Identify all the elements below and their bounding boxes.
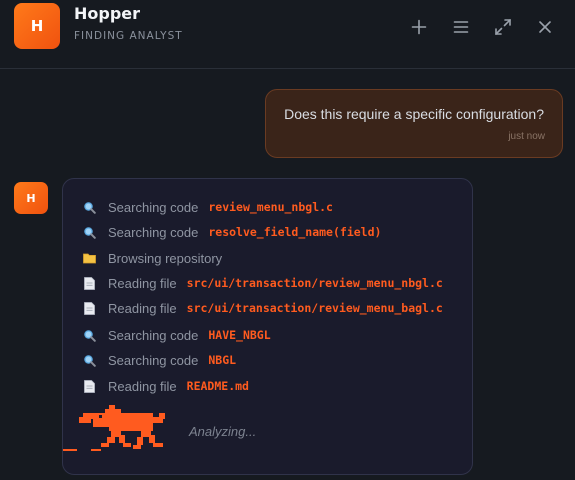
step-argument: README.md <box>186 379 249 393</box>
app-title: Hopper <box>74 4 141 23</box>
step-label: Browsing repository <box>108 250 223 266</box>
plus-icon <box>411 19 427 35</box>
step-argument: NBGL <box>208 353 237 367</box>
step-label: Searching code <box>108 224 199 240</box>
step-label: Reading file <box>108 300 177 316</box>
activity-step: Searching code review_menu_nbgl.c <box>83 197 333 217</box>
activity-step: Browsing repository <box>83 248 232 268</box>
step-label: Reading file <box>108 275 177 291</box>
file-icon <box>83 301 96 315</box>
activity-step: Searching code HAVE_NBGL <box>83 325 271 345</box>
activity-step: Reading file src/ui/transaction/review_m… <box>83 298 443 318</box>
step-label: Searching code <box>108 199 199 215</box>
search-icon <box>83 354 96 367</box>
step-argument: review_menu_nbgl.c <box>208 200 333 214</box>
motion-line <box>63 449 77 451</box>
close-button[interactable] <box>531 13 559 41</box>
close-icon <box>539 21 551 33</box>
running-dog-icon <box>79 405 165 449</box>
status-text: Analyzing... <box>189 424 257 439</box>
app-subtitle: FINDING ANALYST <box>74 30 183 42</box>
menu-button[interactable] <box>447 13 475 41</box>
step-label: Searching code <box>108 352 199 368</box>
expand-button[interactable] <box>489 13 517 41</box>
user-message-text: Does this require a specific configurati… <box>284 106 544 122</box>
add-button[interactable] <box>405 13 433 41</box>
activity-step: Searching code NBGL <box>83 350 236 370</box>
message-timestamp: just now <box>508 131 545 142</box>
activity-step: Reading file src/ui/transaction/review_m… <box>83 273 443 293</box>
step-label: Reading file <box>108 378 177 394</box>
file-icon <box>83 379 96 393</box>
assistant-avatar: H <box>14 182 48 214</box>
step-argument: resolve_field_name(field) <box>208 225 382 239</box>
file-icon <box>83 276 96 290</box>
expand-icon <box>495 19 511 35</box>
chat-header: H Hopper FINDING ANALYST <box>0 0 575 69</box>
search-icon <box>83 329 96 342</box>
search-icon <box>83 226 96 239</box>
user-message: Does this require a specific configurati… <box>265 89 563 158</box>
motion-line <box>91 449 101 451</box>
step-argument: src/ui/transaction/review_menu_nbgl.c <box>186 276 443 290</box>
step-argument: HAVE_NBGL <box>208 328 271 342</box>
folder-icon <box>83 252 96 265</box>
app-logo: H <box>14 3 60 49</box>
activity-step: Searching code resolve_field_name(field) <box>83 222 381 242</box>
step-argument: src/ui/transaction/review_menu_bagl.c <box>186 301 443 315</box>
search-icon <box>83 201 96 214</box>
step-label: Searching code <box>108 327 199 343</box>
hamburger-icon <box>453 21 469 33</box>
activity-step: Reading file README.md <box>83 376 249 396</box>
assistant-activity-card: Searching code review_menu_nbgl.c Search… <box>62 178 473 475</box>
